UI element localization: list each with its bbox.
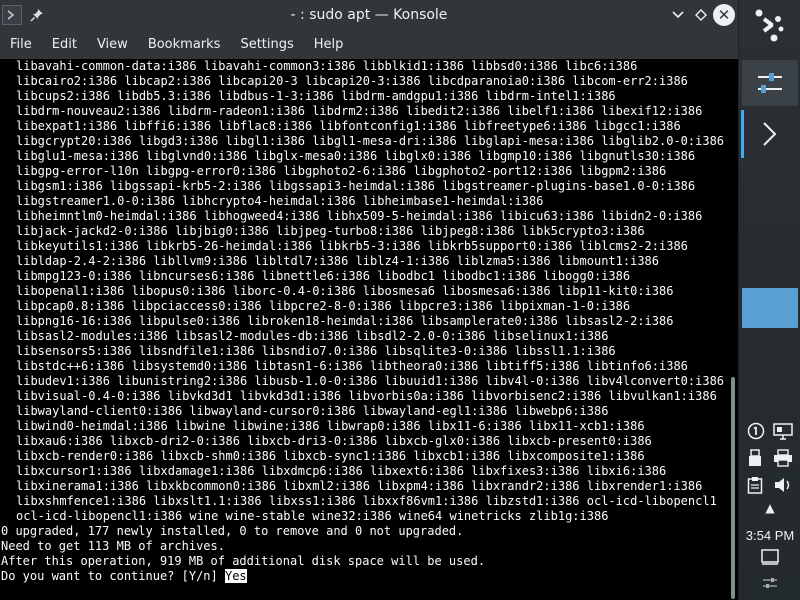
package-list-line: libpng16-16:i386 libpulse0:i386 libroken… [16, 314, 674, 328]
package-list-line: libdrm-nouveau2:i386 libdrm-radeon1:i386… [16, 104, 703, 118]
package-list-line: libgstreamer1.0-0:i386 libhcrypto4-heimd… [16, 194, 544, 208]
continue-prompt-line[interactable]: Do you want to continue? [Y/n] Yes [1, 569, 724, 584]
terminal-output[interactable]: libavahi-common-data:i386 libavahi-commo… [0, 59, 729, 600]
package-list-line: libvisual-0.4-0:i386 libvkd3d1 libvkd3d1… [16, 389, 717, 403]
updates-icon[interactable] [747, 422, 765, 440]
package-list-line: libheimntlm0-heimdal:i386 libhogweed4:i3… [16, 209, 703, 223]
menu-view[interactable]: View [87, 30, 138, 59]
package-list-line: libpcap0.8:i386 libpciaccess0:i386 libpc… [16, 299, 631, 313]
package-list-line: libavahi-common-data:i386 libavahi-commo… [16, 59, 638, 73]
pin-icon [30, 9, 43, 22]
close-button[interactable]: ✕ [712, 0, 736, 30]
package-list-line: libwind0-heimdal:i386 libwine libwine:i3… [16, 419, 645, 433]
package-list-line: libstdc++6:i386 libsystemd0:i386 libtasn… [16, 359, 688, 373]
scrollbar-thumb[interactable] [731, 377, 735, 599]
window-title: - : sudo apt — Konsole [290, 7, 448, 23]
package-list-line: libsasl2-modules:i386 libsasl2-modules-d… [16, 329, 609, 343]
package-list-line: libgsm1:i386 libgssapi-krb5-2:i386 libgs… [16, 179, 696, 193]
menu-help[interactable]: Help [304, 30, 354, 59]
clipboard-icon[interactable] [747, 476, 763, 494]
removable-device-icon[interactable] [747, 449, 763, 467]
package-list-line: libmpg123-0:i386 libncurses6:i386 libnet… [16, 269, 631, 283]
package-list-line: libwayland-client0:i386 libwayland-curso… [16, 404, 609, 418]
system-tray-row [743, 445, 797, 471]
package-list-line: libudev1:i386 libunistring2:i386 libusb-… [16, 374, 725, 388]
panel-config-icon [763, 578, 777, 588]
diamond-icon [695, 9, 707, 21]
sliders-icon [758, 73, 782, 93]
panel-settings-widget[interactable] [742, 60, 798, 106]
package-list-line: libxcursor1:i386 libxdamage1:i386 libxdm… [16, 464, 667, 478]
apt-summary-line: 0 upgraded, 177 newly installed, 0 to re… [1, 524, 464, 538]
package-list-line: libxau6:i386 libxcb-dri2-0:i386 libxcb-d… [16, 434, 652, 448]
taskbar-konsole-entry[interactable] [742, 288, 798, 328]
package-list-line: libexpat1:i386 libffi6:i386 libflac8:i38… [16, 119, 681, 133]
display-config-icon[interactable] [773, 422, 793, 440]
package-list-line: libgpg-error-l10n libgpg-error0:i386 lib… [16, 164, 667, 178]
kde-launcher-icon [755, 9, 784, 42]
package-list-line: libglu1-mesa:i386 libglvnd0:i386 libglx-… [16, 149, 696, 163]
package-list-line: libcups2:i386 libdb5.3:i386 libdbus-1-3:… [16, 89, 616, 103]
printer-icon[interactable] [773, 449, 793, 467]
apt-summary-line: Need to get 113 MB of archives. [1, 539, 225, 553]
pin-on-all-desktops-button[interactable] [26, 0, 48, 30]
active-task-indicator [741, 110, 744, 158]
volume-icon[interactable] [773, 476, 793, 494]
package-list-line: libcairo2:i386 libcap2:i386 libcapi20-3 … [16, 74, 688, 88]
typed-input[interactable]: Yes [224, 569, 247, 583]
menu-file[interactable]: File [0, 30, 42, 59]
menu-edit[interactable]: Edit [42, 30, 87, 59]
package-list-line: libopenal1:i386 libopus0:i386 liborc-0.4… [16, 284, 674, 298]
menu-bookmarks[interactable]: Bookmarks [138, 30, 231, 59]
terminal-app-icon [2, 5, 22, 25]
panel-configure-button[interactable] [757, 573, 783, 593]
terminal-lines: libavahi-common-data:i386 libavahi-commo… [1, 59, 724, 584]
chevron-down-icon [672, 11, 684, 19]
system-tray-row [743, 418, 797, 444]
package-list-line: libsensors5:i386 libsndfile1:i386 libsnd… [16, 344, 616, 358]
plasma-panel: ▲ 3:54 PM [738, 0, 800, 600]
digital-clock[interactable]: 3:54 PM [739, 525, 800, 545]
package-list-line: libldap-2.4-2:i386 libllvm9:i386 libltdl… [16, 254, 659, 268]
maximize-button[interactable] [690, 0, 712, 30]
system-tray-row [743, 472, 797, 498]
apt-summary-line: After this operation, 919 MB of addition… [1, 554, 486, 568]
package-list-line: libkeyutils1:i386 libkrb5-26-heimdal:i38… [16, 239, 688, 253]
konsole-window: - : sudo apt — Konsole ✕ File Edit View … [0, 0, 738, 600]
menu-bar: File Edit View Bookmarks Settings Help [0, 30, 738, 59]
package-list-line: libgcrypt20:i386 libgd3:i386 libgl1:i386… [16, 134, 725, 148]
minimize-button[interactable] [667, 0, 689, 30]
package-list-line: libxcb-render0:i386 libxcb-shm0:i386 lib… [16, 449, 645, 463]
chevron-right-icon [763, 122, 777, 146]
application-launcher[interactable] [749, 4, 791, 46]
package-list-line: libxshmfence1:i386 libxslt1.1:i386 libxs… [16, 494, 717, 508]
show-desktop-button[interactable] [757, 548, 783, 566]
package-list-line: libxinerama1:i386 libxkbcommon0:i386 lib… [16, 479, 703, 493]
window-titlebar[interactable]: - : sudo apt — Konsole ✕ [0, 0, 738, 30]
window-menu-button[interactable] [0, 0, 24, 30]
continue-prompt: Do you want to continue? [Y/n] [1, 569, 225, 583]
show-desktop-icon [761, 549, 779, 565]
package-list-line: ocl-icd-libopencl1:i386 wine wine-stable… [16, 509, 609, 523]
terminal-scrollbar[interactable] [729, 59, 738, 600]
tray-expand-arrow[interactable]: ▲ [743, 499, 797, 517]
task-manager-scroll[interactable] [741, 110, 798, 158]
close-icon: ✕ [713, 4, 735, 26]
menu-settings[interactable]: Settings [230, 30, 303, 59]
package-list-line: libjack-jackd2-0:i386 libjbig0:i386 libj… [16, 224, 645, 238]
